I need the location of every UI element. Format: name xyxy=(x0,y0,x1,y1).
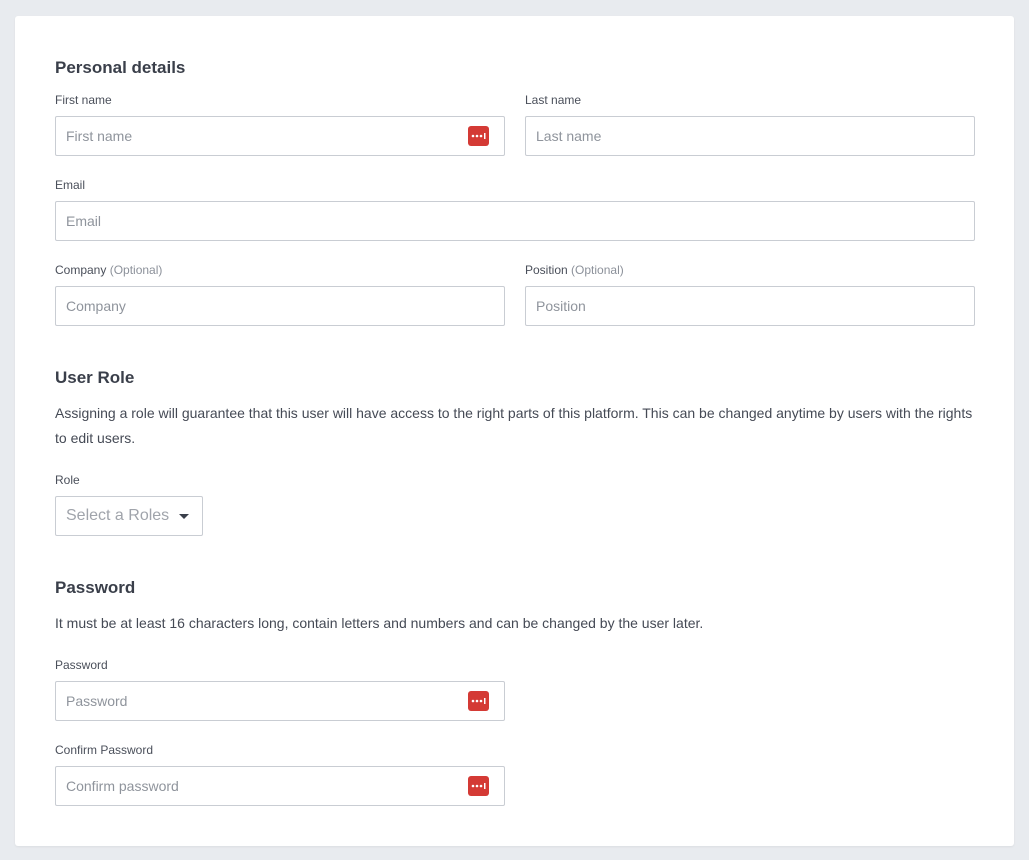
chevron-down-icon xyxy=(179,513,190,519)
user-role-title: User Role xyxy=(55,368,135,387)
personal-details-title: Personal details xyxy=(55,58,186,77)
user-role-description: Assigning a role will guarantee that thi… xyxy=(55,405,973,446)
email-field-wrapper xyxy=(55,201,975,241)
last-name-field-wrapper xyxy=(525,116,975,156)
password-field-wrapper xyxy=(55,681,505,721)
password-manager-icon[interactable] xyxy=(468,691,489,711)
role-select[interactable]: Select a Roles xyxy=(55,496,203,536)
position-optional-tag: (Optional) xyxy=(571,263,624,277)
role-label: Role xyxy=(55,473,80,487)
position-label: Position (Optional) xyxy=(525,263,624,278)
email-input[interactable] xyxy=(56,202,974,240)
confirm-password-label: Confirm Password xyxy=(55,743,154,757)
password-label: Password xyxy=(55,658,108,672)
first-name-input[interactable] xyxy=(56,117,504,155)
last-name-label: Last name xyxy=(525,93,582,107)
company-optional-tag: (Optional) xyxy=(109,263,163,277)
position-field-wrapper xyxy=(525,286,975,326)
first-name-field-wrapper xyxy=(55,116,505,156)
position-input[interactable] xyxy=(526,287,974,325)
company-input[interactable] xyxy=(56,287,504,325)
company-field-wrapper xyxy=(55,286,505,326)
password-manager-icon[interactable] xyxy=(468,126,489,146)
password-input[interactable] xyxy=(56,682,504,720)
email-label: Email xyxy=(55,178,86,192)
first-name-label: First name xyxy=(55,93,112,107)
company-label-text: Company xyxy=(55,263,107,277)
position-label-text: Position xyxy=(525,263,568,277)
password-manager-icon[interactable] xyxy=(468,776,489,796)
password-title: Password xyxy=(55,578,136,597)
confirm-password-input[interactable] xyxy=(56,767,504,805)
last-name-input[interactable] xyxy=(526,117,974,155)
confirm-password-field-wrapper xyxy=(55,766,505,806)
form-card: Personal details First name Last name Em… xyxy=(15,16,1014,846)
company-label: Company (Optional) xyxy=(55,263,162,278)
password-description: It must be at least 16 characters long, … xyxy=(55,615,704,631)
role-select-placeholder: Select a Roles xyxy=(66,507,170,524)
